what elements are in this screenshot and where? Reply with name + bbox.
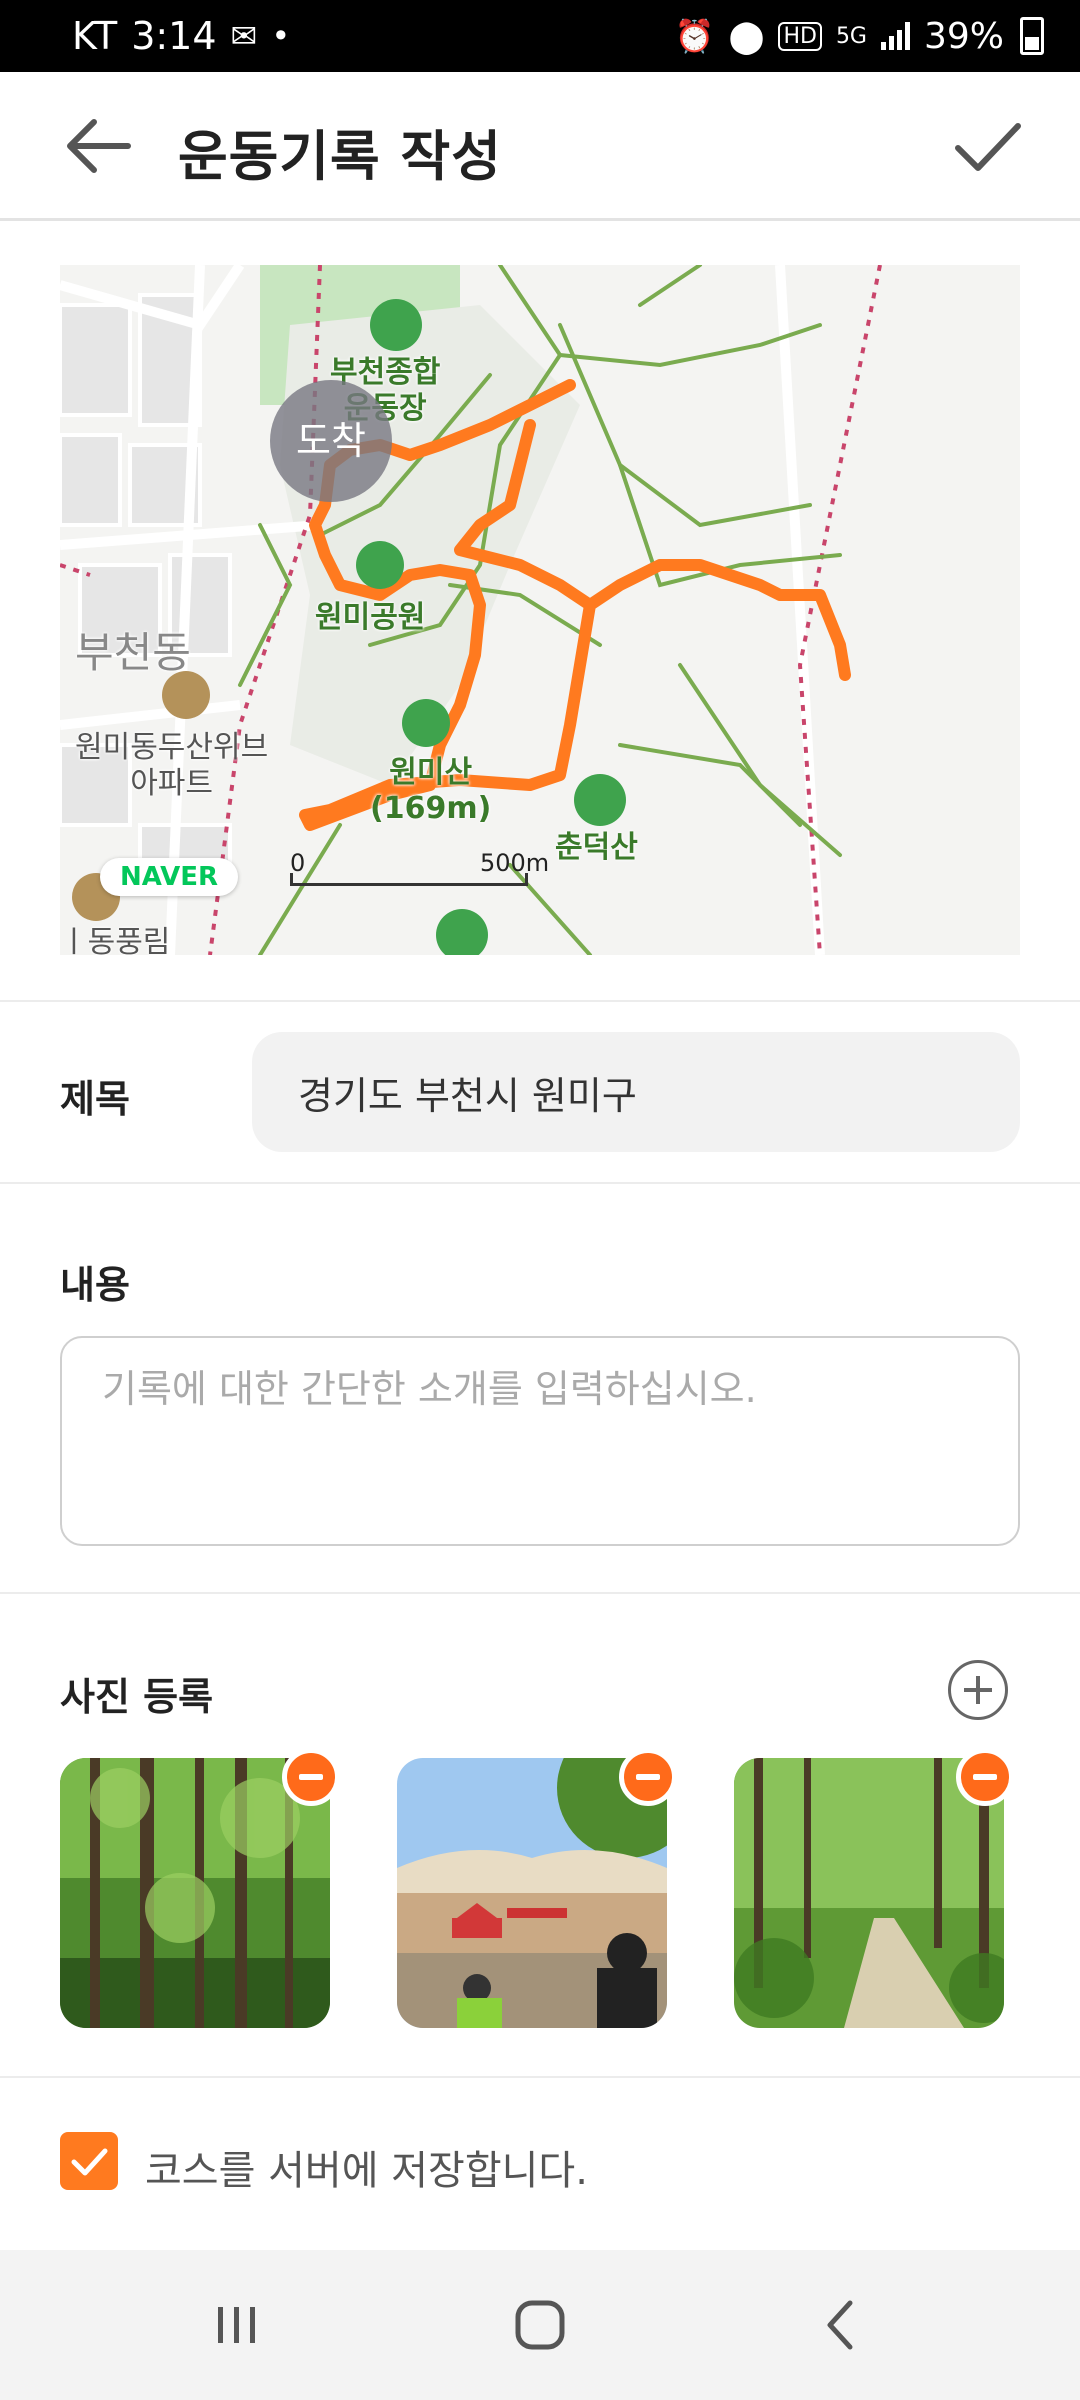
network-badge: 5G	[835, 23, 867, 49]
time-label: 3:14	[131, 14, 217, 58]
scale-end: 500m	[480, 849, 550, 877]
carrier-label: KT	[72, 14, 118, 58]
home-button[interactable]	[500, 2285, 580, 2365]
map-label-chundeok: 춘덕산	[555, 830, 638, 865]
photo-thumbnail[interactable]	[397, 1748, 677, 2028]
dot-icon: •	[271, 17, 291, 55]
photo-thumbnail[interactable]	[60, 1748, 340, 2028]
check-icon	[71, 2148, 108, 2176]
map-label-mountain: 원미산 (169m)	[370, 755, 492, 826]
app-bar: 운동기록 작성	[0, 72, 1080, 221]
forest-photo	[60, 1758, 330, 2028]
route-map[interactable]: 부천종합 운동장 원미공원 부천동 원미동두산위브 아파트 원미산 (169m)…	[60, 265, 1020, 955]
location-icon: ⬤	[728, 17, 765, 55]
recents-icon	[218, 2307, 255, 2343]
map-scale: 0 500m	[290, 849, 549, 887]
signal-icon	[880, 22, 910, 50]
recent-apps-button[interactable]	[196, 2285, 276, 2365]
naver-logo: NAVER	[100, 858, 239, 896]
scale-bar	[290, 873, 528, 886]
add-photo-button[interactable]	[948, 1660, 1008, 1720]
page-title: 운동기록 작성	[178, 125, 502, 188]
divider	[0, 1000, 1080, 1002]
alarm-icon: ⏰	[674, 17, 715, 55]
photo-thumbnail[interactable]	[734, 1748, 1014, 2028]
map-label-park: 원미공원	[315, 600, 426, 635]
content-label: 내용	[60, 1263, 130, 1307]
divider	[0, 1182, 1080, 1184]
arrow-left-icon	[67, 119, 131, 173]
back-button[interactable]	[60, 108, 140, 184]
chevron-left-icon	[827, 2300, 853, 2350]
arrival-pin[interactable]: 도착	[270, 380, 392, 502]
save-course-label[interactable]: 코스를 서버에 저장합니다.	[145, 2138, 588, 2196]
remove-photo-button[interactable]	[619, 1748, 677, 1806]
forest-path-photo	[734, 1758, 1004, 2028]
battery-percent: 39%	[923, 15, 1004, 57]
content-textarea[interactable]	[60, 1336, 1020, 1546]
photo-label: 사진 등록	[60, 1675, 214, 1719]
confirm-button[interactable]	[948, 106, 1028, 186]
map-label-bottom-left: ㅣ동풍림	[60, 925, 171, 955]
amphitheater-photo	[397, 1758, 667, 2028]
remove-photo-button[interactable]	[956, 1748, 1014, 1806]
battery-icon	[1020, 17, 1044, 55]
divider	[0, 1592, 1080, 1594]
remove-photo-button[interactable]	[282, 1748, 340, 1806]
system-nav-bar	[0, 2250, 1080, 2400]
map-label-district: 부천동	[75, 628, 191, 677]
system-back-button[interactable]	[802, 2285, 882, 2365]
home-icon	[515, 2300, 565, 2350]
map-label-apartment: 원미동두산위브 아파트	[75, 730, 269, 801]
hd-badge: HD	[778, 21, 822, 51]
divider	[0, 2076, 1080, 2078]
notification-icon: ✉	[230, 17, 258, 55]
check-icon	[955, 123, 1021, 171]
title-label: 제목	[60, 1077, 130, 1121]
status-bar: KT 3:14 ✉ • ⏰ ⬤ HD 5G 39%	[0, 0, 1080, 72]
save-course-checkbox[interactable]	[60, 2132, 118, 2190]
title-input[interactable]	[252, 1032, 1020, 1152]
